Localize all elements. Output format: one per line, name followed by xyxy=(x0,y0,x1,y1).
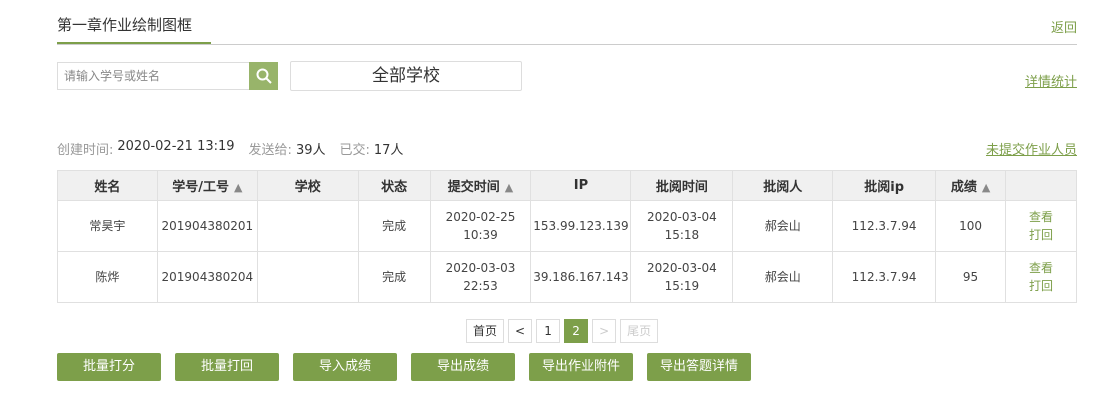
page-title: 第一章作业绘制图框 xyxy=(57,16,193,34)
review-date: 2020-03-04 xyxy=(647,261,717,275)
cell-score: 100 xyxy=(935,200,1007,252)
submissions-table: 姓名 学号/工号 ▲ 学校 状态 提交时间 ▲ IP 批阅时间 批阅人 批阅ip 成… xyxy=(57,170,1077,303)
submit-date: 2020-03-03 xyxy=(445,261,516,275)
created-label: 创建时间: xyxy=(57,143,114,158)
batch-score-button[interactable]: 批量打分 xyxy=(57,353,161,381)
return-link[interactable]: 打回 xyxy=(1006,277,1076,295)
col-header-submit-time[interactable]: 提交时间 ▲ xyxy=(429,170,532,201)
page-last-button[interactable]: 尾页 xyxy=(620,319,659,343)
col-header-actions xyxy=(1005,170,1077,201)
cell-name: 陈烨 xyxy=(57,251,158,303)
export-attachments-button[interactable]: 导出作业附件 xyxy=(529,353,633,381)
col-header-status: 状态 xyxy=(357,170,431,201)
cell-actions: 查看 打回 xyxy=(1005,200,1077,252)
table-row: 常昊宇 201904380201 完成 2020-02-25 10:39 153.… xyxy=(57,200,1077,252)
col-header-score[interactable]: 成绩 ▲ xyxy=(935,170,1007,201)
action-buttons: 批量打分 批量打回 导入成绩 导出成绩 导出作业附件 导出答题详情 xyxy=(57,353,751,381)
table-row: 陈烨 201904380204 完成 2020-03-03 22:53 39.18… xyxy=(57,251,1077,303)
page-next-button[interactable]: > xyxy=(592,319,617,343)
submit-clock: 22:53 xyxy=(463,279,498,293)
submit-date: 2020-02-25 xyxy=(445,210,516,224)
cell-name: 常昊宇 xyxy=(57,200,158,252)
cell-reviewer: 郝会山 xyxy=(732,200,834,252)
search-button[interactable] xyxy=(249,62,278,90)
view-link[interactable]: 查看 xyxy=(1006,208,1076,226)
sort-up-icon[interactable]: ▲ xyxy=(505,181,513,194)
col-header-score-label: 成绩 xyxy=(950,180,977,195)
cell-reviewer: 郝会山 xyxy=(732,251,834,303)
cell-actions: 查看 打回 xyxy=(1005,251,1077,303)
pagination: 首页 < 1 2 > 尾页 xyxy=(466,319,659,343)
page-2-button[interactable]: 2 xyxy=(564,319,589,343)
search-icon xyxy=(256,68,272,84)
col-header-name: 姓名 xyxy=(57,170,158,201)
return-link[interactable]: 打回 xyxy=(1006,226,1076,244)
export-answers-button[interactable]: 导出答题详情 xyxy=(647,353,751,381)
sort-up-icon[interactable]: ▲ xyxy=(982,181,990,194)
col-header-review-time: 批阅时间 xyxy=(630,170,734,201)
cell-review-ip: 112.3.7.94 xyxy=(832,200,937,252)
cell-review-time: 2020-03-04 15:19 xyxy=(630,251,734,303)
search-input[interactable] xyxy=(57,62,249,90)
cell-submit-time: 2020-03-03 22:53 xyxy=(429,251,532,303)
col-header-review-ip: 批阅ip xyxy=(832,170,937,201)
page-first-button[interactable]: 首页 xyxy=(466,319,505,343)
cell-status: 完成 xyxy=(357,251,431,303)
submitted-label: 已交: xyxy=(339,143,370,158)
cell-score: 95 xyxy=(935,251,1007,303)
page-1-button[interactable]: 1 xyxy=(536,319,561,343)
school-select[interactable]: 全部学校 xyxy=(290,61,522,91)
col-header-reviewer: 批阅人 xyxy=(732,170,834,201)
col-header-school: 学校 xyxy=(256,170,359,201)
view-link[interactable]: 查看 xyxy=(1006,259,1076,277)
batch-return-button[interactable]: 批量打回 xyxy=(175,353,279,381)
back-link[interactable]: 返回 xyxy=(1051,17,1077,36)
homework-info: 创建时间: 2020-02-21 13:19 发送给: 39人 已交: 17人 xyxy=(57,139,413,158)
import-scores-button[interactable]: 导入成绩 xyxy=(293,353,397,381)
cell-ip: 39.186.167.143 xyxy=(530,251,632,303)
review-date: 2020-03-04 xyxy=(647,210,717,224)
sort-up-icon[interactable]: ▲ xyxy=(234,181,242,194)
sent-label: 发送给: xyxy=(248,143,292,158)
unsubmitted-link[interactable]: 未提交作业人员 xyxy=(986,139,1077,158)
cell-status: 完成 xyxy=(357,200,431,252)
cell-id: 201904380201 xyxy=(156,200,258,252)
cell-school xyxy=(256,251,359,303)
cell-review-time: 2020-03-04 15:18 xyxy=(630,200,734,252)
cell-id: 201904380204 xyxy=(156,251,258,303)
review-clock: 15:18 xyxy=(664,228,700,242)
cell-ip: 153.99.123.139 xyxy=(530,200,632,252)
col-header-id[interactable]: 学号/工号 ▲ xyxy=(156,170,258,201)
cell-review-ip: 112.3.7.94 xyxy=(832,251,937,303)
col-header-submit-time-label: 提交时间 xyxy=(447,180,500,195)
cell-school xyxy=(256,200,359,252)
cell-submit-time: 2020-02-25 10:39 xyxy=(429,200,532,252)
detail-stats-link[interactable]: 详情统计 xyxy=(1025,71,1077,90)
sent-value: 39人 xyxy=(295,143,326,158)
export-scores-button[interactable]: 导出成绩 xyxy=(411,353,515,381)
header-divider xyxy=(57,44,1077,45)
col-header-ip: IP xyxy=(530,170,632,201)
page-prev-button[interactable]: < xyxy=(508,319,533,343)
table-header-row: 姓名 学号/工号 ▲ 学校 状态 提交时间 ▲ IP 批阅时间 批阅人 批阅ip 成… xyxy=(57,170,1077,201)
created-value: 2020-02-21 13:19 xyxy=(117,139,235,154)
review-clock: 15:19 xyxy=(664,279,700,293)
col-header-id-label: 学号/工号 xyxy=(172,180,229,195)
submitted-value: 17人 xyxy=(373,143,404,158)
submit-clock: 10:39 xyxy=(463,228,498,242)
